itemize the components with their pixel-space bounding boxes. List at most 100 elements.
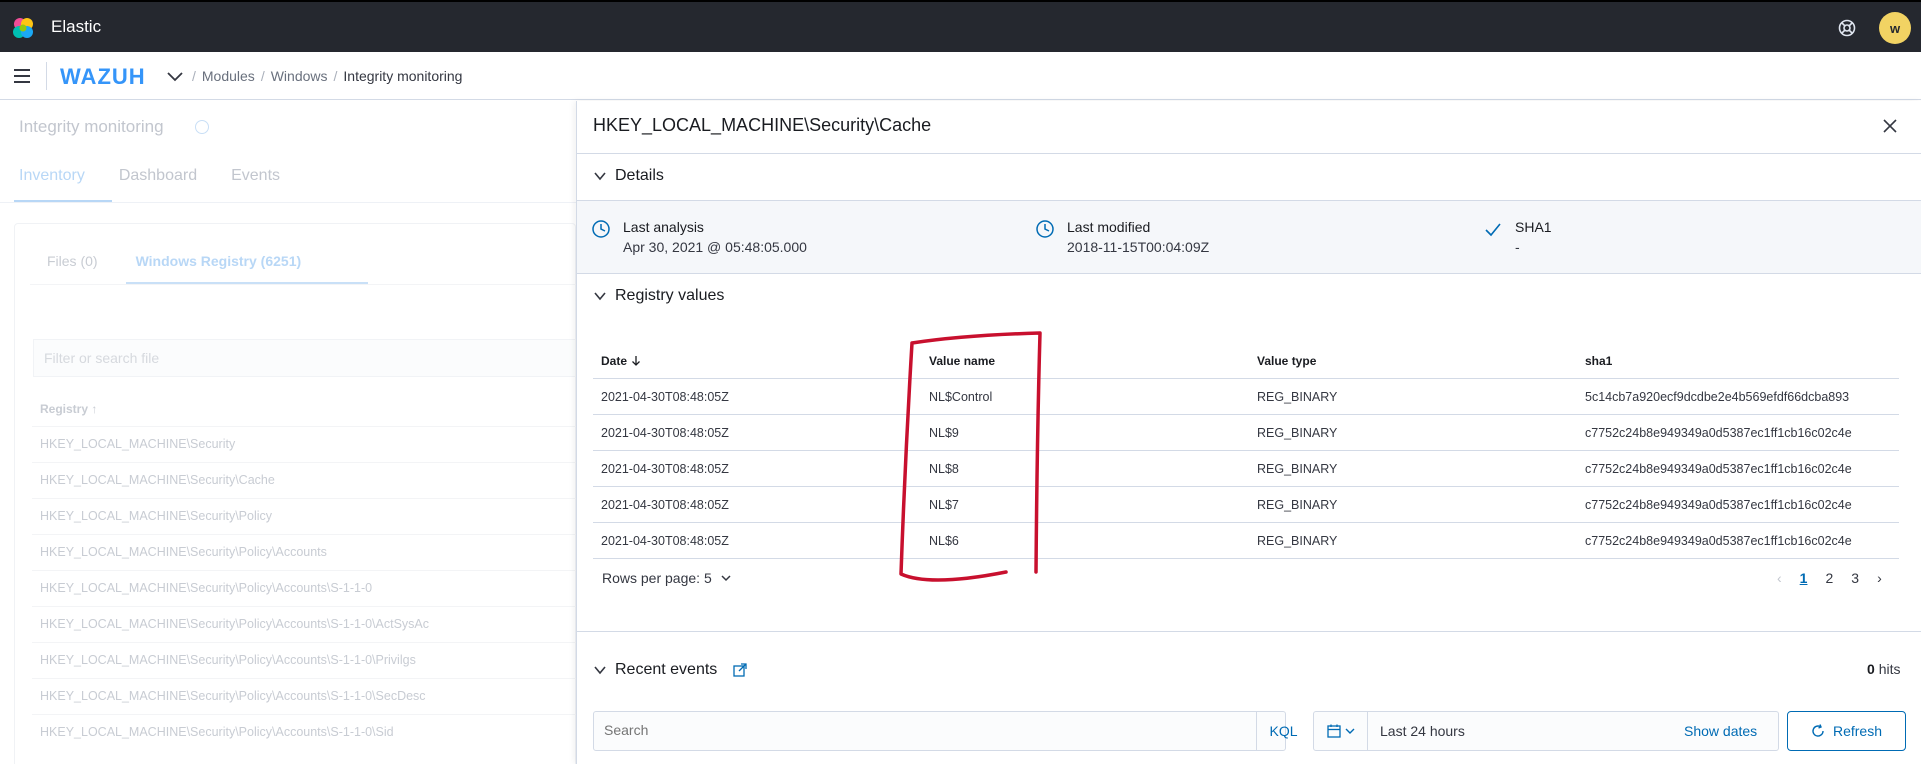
column-value-name[interactable]: Value name xyxy=(921,354,1249,368)
cell-sha1: c7752c24b8e949349a0d5387ec1ff1cb16c02c4e xyxy=(1585,461,1852,476)
inventory-subtabs: Files (0) Windows Registry (6251) xyxy=(47,253,301,269)
check-icon xyxy=(1485,223,1501,237)
page-title: Integrity monitoring xyxy=(19,117,164,136)
table-row[interactable]: HKEY_LOCAL_MACHINE\Security\Policy\Accou… xyxy=(32,678,576,714)
external-link-icon[interactable] xyxy=(733,663,747,677)
quick-select-button[interactable] xyxy=(1314,712,1368,750)
page-3[interactable]: 3 xyxy=(1851,570,1859,586)
refresh-button[interactable]: Refresh xyxy=(1787,711,1906,751)
cell-date: 2021-04-30T08:48:05Z xyxy=(601,425,729,440)
chevron-down-icon xyxy=(594,666,606,675)
table-row[interactable]: HKEY_LOCAL_MACHINE\Security\Cache xyxy=(32,462,576,498)
table-row[interactable]: HKEY_LOCAL_MACHINE\Security\Policy\Accou… xyxy=(32,570,576,606)
registry-values-table: Date Value name Value type sha1 2021-04-… xyxy=(593,343,1899,559)
registry-list: HKEY_LOCAL_MACHINE\Security HKEY_LOCAL_M… xyxy=(32,426,576,750)
cell-value-type: REG_BINARY xyxy=(1257,461,1338,476)
menu-icon[interactable] xyxy=(14,68,32,84)
date-picker: Last 24 hours Show dates xyxy=(1313,711,1779,751)
table-header: Date Value name Value type sha1 xyxy=(593,343,1899,379)
detail-value: Apr 30, 2021 @ 05:48:05.000 xyxy=(623,239,807,255)
cell-date: 2021-04-30T08:48:05Z xyxy=(601,461,729,476)
search-bar: KQL xyxy=(593,711,1298,751)
cell-date: 2021-04-30T08:48:05Z xyxy=(601,497,729,512)
hits-number: 0 xyxy=(1867,661,1875,677)
chevron-down-icon xyxy=(1345,728,1354,734)
search-input[interactable] xyxy=(604,722,1124,738)
chevron-down-icon[interactable] xyxy=(166,68,184,84)
page-1[interactable]: 1 xyxy=(1800,570,1808,586)
registry-values-toggle[interactable]: Registry values xyxy=(593,287,724,305)
breadcrumb-modules[interactable]: Modules xyxy=(202,68,255,84)
cell-value-type: REG_BINARY xyxy=(1257,497,1338,512)
detail-last-analysis: Last analysis Apr 30, 2021 @ 05:48:05.00… xyxy=(591,219,807,255)
registry-values-label: Registry values xyxy=(615,287,725,304)
close-icon[interactable] xyxy=(1883,119,1897,133)
date-range-value[interactable]: Last 24 hours xyxy=(1380,723,1465,739)
prev-page-icon[interactable]: ‹ xyxy=(1777,570,1782,586)
cell-value-type: REG_BINARY xyxy=(1257,425,1338,440)
cell-value-type: REG_BINARY xyxy=(1257,533,1338,548)
top-header: Elastic w xyxy=(0,0,1921,52)
cell-sha1: c7752c24b8e949349a0d5387ec1ff1cb16c02c4e xyxy=(1585,497,1852,512)
background-page: Integrity monitoring Inventory Dashboard… xyxy=(0,101,576,764)
app-title: Elastic xyxy=(51,17,102,36)
subtabs-divider xyxy=(30,284,576,285)
table-row[interactable]: 2021-04-30T08:48:05Z NL$6 REG_BINARY c77… xyxy=(593,523,1899,559)
column-sha1[interactable]: sha1 xyxy=(1577,354,1899,368)
user-avatar[interactable]: w xyxy=(1879,12,1911,44)
wazuh-logo[interactable]: WAZUH xyxy=(60,64,146,90)
table-row[interactable]: HKEY_LOCAL_MACHINE\Security\Policy\Accou… xyxy=(32,534,576,570)
module-tabs: Inventory Dashboard Events xyxy=(19,167,280,185)
info-icon xyxy=(195,120,209,134)
cell-value-name: NL$9 xyxy=(929,425,959,440)
divider xyxy=(577,273,1921,274)
tab-files[interactable]: Files (0) xyxy=(47,253,98,269)
registry-column-label: Registry xyxy=(40,402,89,416)
breadcrumb-separator: / xyxy=(333,68,338,84)
recent-events-toggle[interactable]: Recent events xyxy=(593,661,747,679)
cell-value-name: NL$7 xyxy=(929,497,959,512)
tab-events[interactable]: Events xyxy=(231,167,280,185)
cell-value-name: NL$Control xyxy=(929,389,993,404)
table-row[interactable]: HKEY_LOCAL_MACHINE\Security\Policy\Accou… xyxy=(32,606,576,642)
details-toggle[interactable]: Details xyxy=(593,167,664,185)
cell-sha1: c7752c24b8e949349a0d5387ec1ff1cb16c02c4e xyxy=(1585,425,1852,440)
registry-column-header[interactable]: Registry ↑ xyxy=(40,402,97,416)
column-date[interactable]: Date xyxy=(593,354,921,368)
kql-button[interactable]: KQL xyxy=(1256,712,1310,750)
table-row[interactable]: HKEY_LOCAL_MACHINE\Security\Policy\Accou… xyxy=(32,714,576,750)
detail-text: SHA1 - xyxy=(1515,219,1552,255)
table-row[interactable]: 2021-04-30T08:48:05Z NL$9 REG_BINARY c77… xyxy=(593,415,1899,451)
flyout-title: HKEY_LOCAL_MACHINE\Security\Cache xyxy=(593,115,932,135)
help-icon[interactable] xyxy=(1837,18,1857,38)
filter-input[interactable]: Filter or search file xyxy=(33,339,576,377)
breadcrumb-windows[interactable]: Windows xyxy=(271,68,328,84)
hits-count: 0 hits xyxy=(1867,661,1900,677)
clock-icon xyxy=(592,220,610,238)
nav-divider xyxy=(46,62,47,90)
page-2[interactable]: 2 xyxy=(1825,570,1833,586)
next-page-icon[interactable]: › xyxy=(1877,570,1882,586)
details-label: Details xyxy=(615,167,664,184)
column-value-type[interactable]: Value type xyxy=(1249,354,1577,368)
table-row[interactable]: HKEY_LOCAL_MACHINE\Security\Policy\Accou… xyxy=(32,642,576,678)
table-row[interactable]: HKEY_LOCAL_MACHINE\Security\Policy xyxy=(32,498,576,534)
rows-per-page-select[interactable]: Rows per page: 5 xyxy=(602,570,732,586)
breadcrumb-separator: / xyxy=(260,68,265,84)
table-row[interactable]: 2021-04-30T08:48:05Z NL$Control REG_BINA… xyxy=(593,379,1899,415)
tab-windows-registry[interactable]: Windows Registry (6251) xyxy=(136,253,302,269)
table-row[interactable]: 2021-04-30T08:48:05Z NL$8 REG_BINARY c77… xyxy=(593,451,1899,487)
sort-arrow-down-icon xyxy=(632,355,640,366)
show-dates-link[interactable]: Show dates xyxy=(1684,723,1757,739)
chevron-down-icon xyxy=(594,172,606,181)
elastic-logo[interactable] xyxy=(11,16,35,40)
page-root: Elastic w WAZUH / Modules / Windows / In… xyxy=(0,0,1921,764)
table-row[interactable]: 2021-04-30T08:48:05Z NL$7 REG_BINARY c77… xyxy=(593,487,1899,523)
rows-per-page-label: Rows per page: 5 xyxy=(602,570,712,586)
detail-value: - xyxy=(1515,239,1520,255)
detail-last-modified: Last modified 2018-11-15T00:04:09Z xyxy=(1035,219,1209,255)
table-row[interactable]: HKEY_LOCAL_MACHINE\Security xyxy=(32,426,576,462)
tab-inventory[interactable]: Inventory xyxy=(19,167,85,185)
cell-sha1: 5c14cb7a920ecf9dcdbe2e4b569efdf66dcba893 xyxy=(1585,389,1850,404)
tab-dashboard[interactable]: Dashboard xyxy=(119,167,197,185)
